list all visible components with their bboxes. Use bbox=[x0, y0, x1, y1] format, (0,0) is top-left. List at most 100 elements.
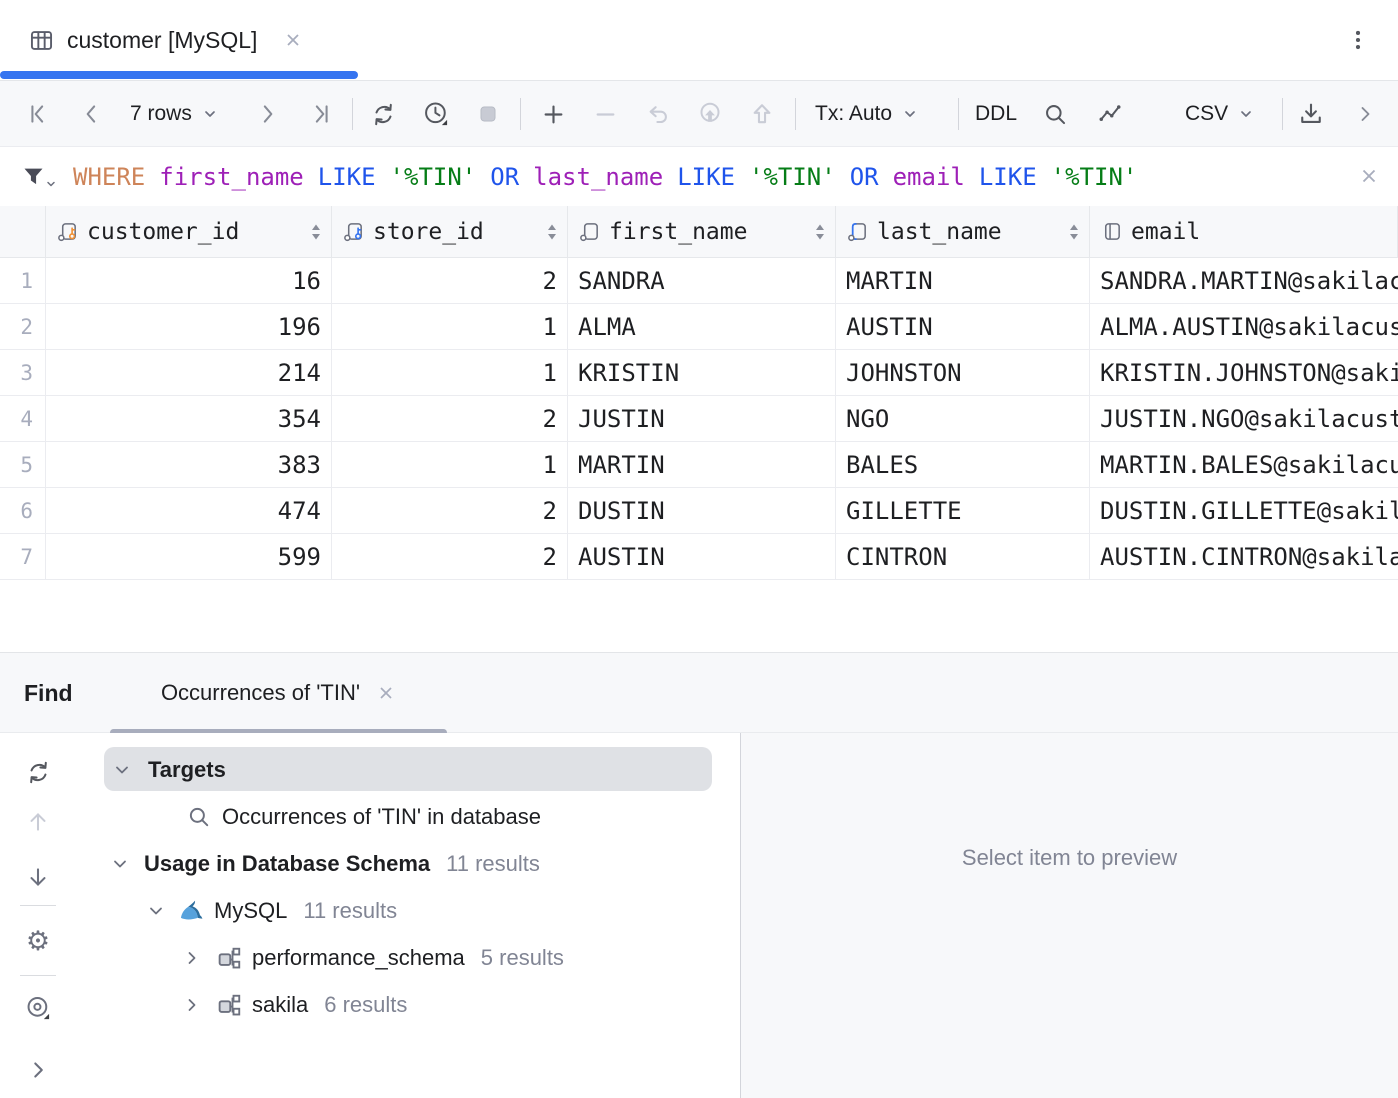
filter-expression-input[interactable]: WHEREfirst_nameLIKE'%TIN'ORlast_nameLIKE… bbox=[73, 163, 1151, 191]
row-number[interactable]: 7 bbox=[0, 534, 46, 579]
table-cell[interactable]: SANDRA.MARTIN@sakilacustomer.org bbox=[1090, 258, 1398, 303]
table-cell[interactable]: KRISTIN.JOHNSTON@sakilacustomer.org bbox=[1090, 350, 1398, 395]
tab-close-icon[interactable] bbox=[283, 30, 303, 50]
table-cell[interactable]: 599 bbox=[46, 534, 332, 579]
tree-item-schema-performance[interactable]: performance_schema 5 results bbox=[78, 934, 740, 981]
table-cell[interactable]: JUSTIN.NGO@sakilacustomer.org bbox=[1090, 396, 1398, 441]
last-page-button[interactable] bbox=[305, 100, 333, 128]
table-cell[interactable]: ALMA bbox=[568, 304, 836, 349]
table-cell[interactable]: JOHNSTON bbox=[836, 350, 1090, 395]
preview-changes-button[interactable] bbox=[696, 100, 724, 128]
filter-close-icon[interactable] bbox=[1358, 165, 1380, 187]
row-number[interactable]: 1 bbox=[0, 258, 46, 303]
row-number[interactable]: 6 bbox=[0, 488, 46, 533]
row-number[interactable]: 4 bbox=[0, 396, 46, 441]
table-cell[interactable]: 2 bbox=[332, 396, 568, 441]
row-number[interactable]: 5 bbox=[0, 442, 46, 487]
table-cell[interactable]: GILLETTE bbox=[836, 488, 1090, 533]
stop-button[interactable] bbox=[474, 100, 502, 128]
revert-changes-button[interactable] bbox=[644, 100, 672, 128]
header-corner[interactable] bbox=[0, 206, 46, 257]
sort-toggle-icon[interactable] bbox=[1067, 222, 1081, 242]
tree-item-schema-sakila[interactable]: sakila 6 results bbox=[78, 981, 740, 1028]
tree-item-usage-in-schema[interactable]: Usage in Database Schema 11 results bbox=[78, 840, 740, 887]
column-header-last-name[interactable]: last_name bbox=[836, 206, 1090, 257]
next-occurrence-button[interactable] bbox=[24, 863, 52, 891]
page-size-selector[interactable]: 7 rows bbox=[130, 81, 218, 147]
table-cell[interactable]: 2 bbox=[332, 258, 568, 303]
tab-customer-mysql[interactable]: customer [MySQL] bbox=[0, 0, 358, 80]
sort-toggle-icon[interactable] bbox=[813, 222, 827, 242]
previous-occurrence-button[interactable] bbox=[24, 808, 52, 836]
reload-data-button[interactable] bbox=[369, 100, 397, 128]
transaction-mode-selector[interactable]: Tx: Auto bbox=[815, 81, 918, 147]
tree-item-targets[interactable]: Targets bbox=[78, 746, 740, 793]
table-cell[interactable]: 1 bbox=[332, 350, 568, 395]
chart-button[interactable] bbox=[1096, 100, 1124, 128]
table-cell[interactable]: SANDRA bbox=[568, 258, 836, 303]
table-cell[interactable]: DUSTIN bbox=[568, 488, 836, 533]
tree-item-search-target[interactable]: Occurrences of 'TIN' in database bbox=[78, 793, 740, 840]
sql-token: WHERE bbox=[73, 163, 145, 191]
rail-expand-chevron-icon[interactable] bbox=[24, 1056, 52, 1084]
table-cell[interactable]: 2 bbox=[332, 534, 568, 579]
chevron-right-icon[interactable] bbox=[182, 995, 202, 1015]
chevron-right-icon[interactable] bbox=[182, 948, 202, 968]
table-cell[interactable]: 214 bbox=[46, 350, 332, 395]
table-cell[interactable]: MARTIN bbox=[836, 258, 1090, 303]
column-header-label: first_name bbox=[609, 219, 747, 245]
table-cell[interactable]: MARTIN.BALES@sakilacustomer.org bbox=[1090, 442, 1398, 487]
column-header-first-name[interactable]: first_name bbox=[568, 206, 836, 257]
sort-toggle-icon[interactable] bbox=[309, 222, 323, 242]
export-format-selector[interactable]: CSV bbox=[1185, 81, 1254, 147]
table-cell[interactable]: NGO bbox=[836, 396, 1090, 441]
table-cell[interactable]: ALMA.AUSTIN@sakilacustomer.org bbox=[1090, 304, 1398, 349]
tree-item-mysql-datasource[interactable]: MySQL 11 results bbox=[78, 887, 740, 934]
previous-page-button[interactable] bbox=[78, 100, 106, 128]
table-cell[interactable]: BALES bbox=[836, 442, 1090, 487]
query-history-button[interactable] bbox=[422, 100, 450, 128]
row-number[interactable]: 3 bbox=[0, 350, 46, 395]
export-data-button[interactable] bbox=[1297, 100, 1325, 128]
editor-options-kebab-icon[interactable] bbox=[1344, 26, 1372, 54]
column-header-email[interactable]: email bbox=[1090, 206, 1398, 257]
submit-button[interactable] bbox=[748, 100, 776, 128]
next-page-button[interactable] bbox=[253, 100, 281, 128]
toolbar-overflow-chevron-icon[interactable] bbox=[1351, 100, 1379, 128]
first-page-button[interactable] bbox=[26, 100, 54, 128]
rerun-search-button[interactable] bbox=[24, 758, 52, 786]
row-number[interactable]: 2 bbox=[0, 304, 46, 349]
table-cell[interactable]: 16 bbox=[46, 258, 332, 303]
table-cell[interactable]: 196 bbox=[46, 304, 332, 349]
table-cell[interactable]: 354 bbox=[46, 396, 332, 441]
table-cell[interactable]: DUSTIN.GILLETTE@sakilacustomer.org bbox=[1090, 488, 1398, 533]
table-cell[interactable]: 383 bbox=[46, 442, 332, 487]
delete-row-button[interactable] bbox=[591, 100, 619, 128]
table-cell[interactable]: 1 bbox=[332, 442, 568, 487]
find-tab-occurrences[interactable]: Occurrences of 'TIN' bbox=[110, 653, 447, 733]
filter-funnel-icon[interactable] bbox=[20, 163, 57, 190]
chevron-down-icon[interactable] bbox=[112, 760, 132, 780]
table-cell[interactable]: 474 bbox=[46, 488, 332, 533]
table-cell[interactable]: AUSTIN.CINTRON@sakilacustomer.org bbox=[1090, 534, 1398, 579]
preview-options-icon[interactable] bbox=[24, 994, 52, 1022]
find-tab-close-icon[interactable] bbox=[376, 683, 396, 703]
table-cell[interactable]: AUSTIN bbox=[836, 304, 1090, 349]
table-cell[interactable]: AUSTIN bbox=[568, 534, 836, 579]
table-cell[interactable]: CINTRON bbox=[836, 534, 1090, 579]
table-cell[interactable]: 1 bbox=[332, 304, 568, 349]
table-cell[interactable]: KRISTIN bbox=[568, 350, 836, 395]
table-cell[interactable]: MARTIN bbox=[568, 442, 836, 487]
chevron-down-icon[interactable] bbox=[146, 901, 166, 921]
table-cell[interactable]: 2 bbox=[332, 488, 568, 533]
column-header-customer-id[interactable]: customer_id bbox=[46, 206, 332, 257]
sort-toggle-icon[interactable] bbox=[545, 222, 559, 242]
column-header-store-id[interactable]: store_id bbox=[332, 206, 568, 257]
chevron-down-icon[interactable] bbox=[110, 854, 130, 874]
find-in-grid-button[interactable] bbox=[1041, 100, 1069, 128]
sql-token: OR bbox=[490, 163, 519, 191]
ddl-button[interactable]: DDL bbox=[975, 81, 1017, 147]
table-cell[interactable]: JUSTIN bbox=[568, 396, 836, 441]
add-row-button[interactable] bbox=[539, 100, 567, 128]
settings-gear-icon[interactable]: ⚙ bbox=[24, 927, 52, 955]
